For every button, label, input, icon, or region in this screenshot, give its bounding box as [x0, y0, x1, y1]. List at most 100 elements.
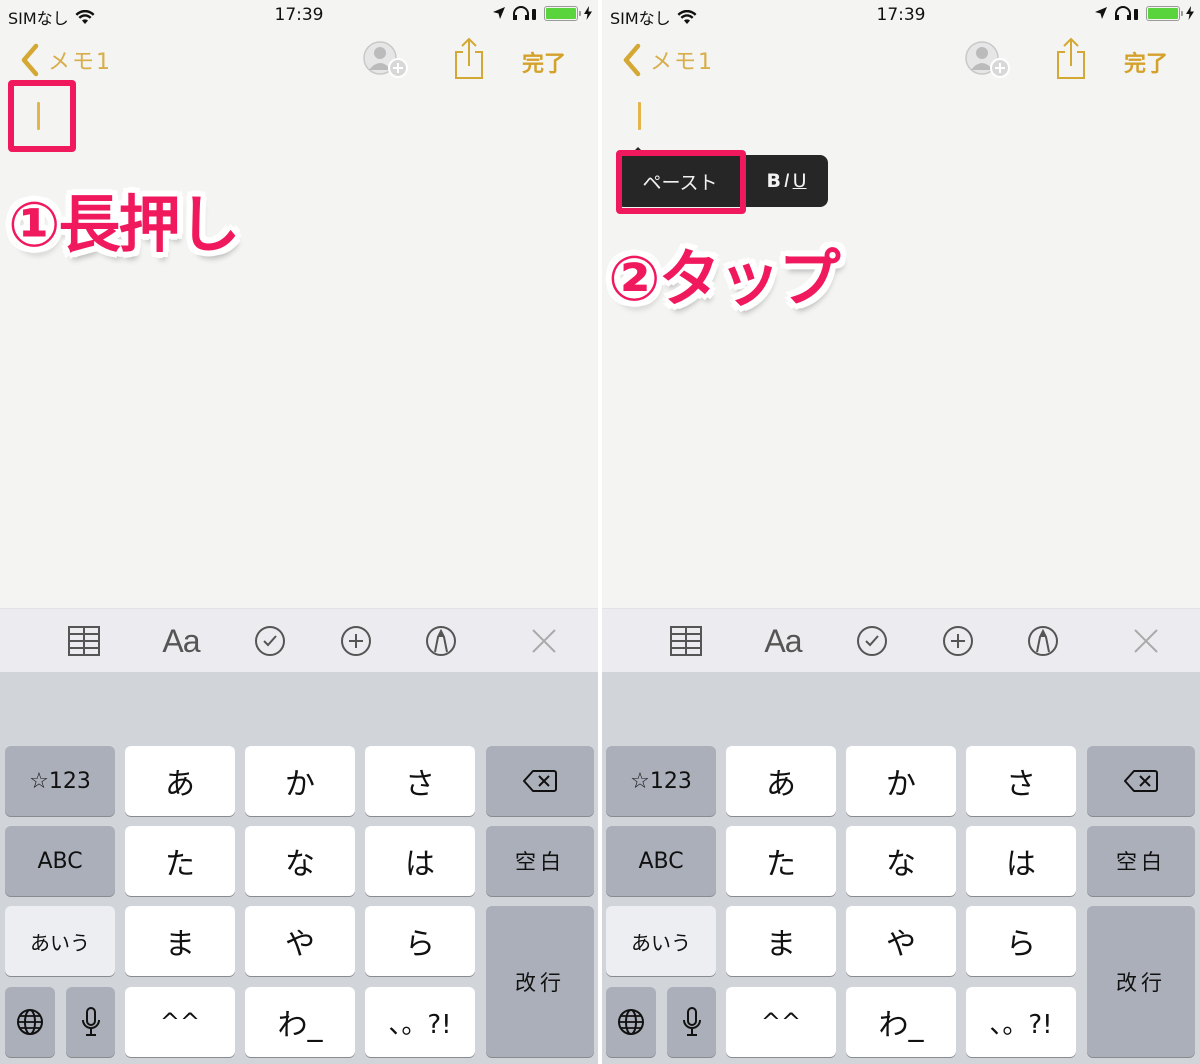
add-button[interactable]: [338, 623, 374, 659]
charging-icon: [584, 6, 592, 20]
backspace-icon: [1124, 770, 1158, 792]
key-ma[interactable]: ま: [125, 906, 235, 976]
nav-bar: メモ1 完了: [0, 36, 598, 86]
markup-button[interactable]: [1025, 623, 1061, 659]
globe-key[interactable]: [5, 987, 55, 1057]
key-punctuation[interactable]: 、。?!: [966, 987, 1076, 1057]
checklist-button[interactable]: [252, 623, 288, 659]
screen-step-1: SIMなし 17:39 メモ1 完了 ①長押し Aa ☆123 あ か さ AB…: [0, 0, 598, 1064]
key-kana-mode[interactable]: あいう: [5, 906, 115, 976]
globe-icon: [17, 1009, 43, 1035]
add-person-icon[interactable]: [362, 40, 412, 80]
key-sa[interactable]: さ: [966, 746, 1076, 816]
delete-key[interactable]: [486, 746, 594, 816]
key-emoticon[interactable]: ^^: [726, 987, 836, 1057]
space-key[interactable]: 空白: [1087, 826, 1195, 896]
keyboard: ☆123 あ か さ ABC た な は 空白 あいう ま や ら 改行 ^^ …: [0, 672, 598, 1064]
table-icon: [68, 626, 100, 656]
mic-key[interactable]: [667, 987, 716, 1057]
format-toolbar: Aa: [602, 608, 1200, 672]
text-format-button[interactable]: Aa: [158, 623, 204, 659]
share-icon[interactable]: [452, 36, 486, 80]
text-caret: [638, 102, 641, 130]
back-button[interactable]: メモ1: [18, 42, 112, 78]
key-na[interactable]: な: [245, 826, 355, 896]
microphone-icon: [682, 1007, 701, 1036]
globe-key[interactable]: [606, 987, 656, 1057]
italic-label: I: [783, 170, 790, 192]
key-wa[interactable]: わ_: [846, 987, 956, 1057]
battery-icon: [1146, 5, 1183, 21]
microphone-icon: [81, 1007, 100, 1036]
keyboard: ☆123 あ か さ ABC た な は 空白 あいう ま や ら 改行 ^^ …: [602, 672, 1200, 1064]
key-sa[interactable]: さ: [365, 746, 475, 816]
key-ta[interactable]: た: [726, 826, 836, 896]
key-ma[interactable]: ま: [726, 906, 836, 976]
done-button[interactable]: 完了: [1124, 46, 1168, 78]
text-format-button[interactable]: Aa: [760, 623, 806, 659]
delete-key[interactable]: [1087, 746, 1195, 816]
key-kana-mode[interactable]: あいう: [606, 906, 716, 976]
key-ya[interactable]: や: [846, 906, 956, 976]
close-toolbar-button[interactable]: [526, 623, 562, 659]
key-numbers[interactable]: ☆123: [606, 746, 716, 816]
share-icon[interactable]: [1054, 36, 1088, 80]
location-icon: [493, 7, 505, 19]
key-ka[interactable]: か: [245, 746, 355, 816]
return-key[interactable]: 改行: [486, 906, 594, 1057]
step-annotation: ②タップ: [608, 242, 840, 315]
markup-button[interactable]: [423, 623, 459, 659]
key-ha[interactable]: は: [966, 826, 1076, 896]
key-a[interactable]: あ: [125, 746, 235, 816]
nav-bar: メモ1 完了: [602, 36, 1200, 86]
markup-icon: [426, 626, 456, 656]
format-toolbar: Aa: [0, 608, 598, 672]
add-icon: [943, 626, 973, 656]
headphones-icon: [1115, 6, 1138, 20]
back-button[interactable]: メモ1: [620, 42, 714, 78]
status-bar: SIMなし 17:39: [0, 0, 598, 30]
key-ha[interactable]: は: [365, 826, 475, 896]
format-biu-menu-item[interactable]: B I U: [745, 155, 828, 207]
return-key[interactable]: 改行: [1087, 906, 1195, 1057]
checklist-button[interactable]: [854, 623, 890, 659]
close-toolbar-button[interactable]: [1128, 623, 1164, 659]
key-numbers[interactable]: ☆123: [5, 746, 115, 816]
bold-label: B: [766, 170, 781, 192]
key-na[interactable]: な: [846, 826, 956, 896]
globe-icon: [618, 1009, 644, 1035]
key-emoticon[interactable]: ^^: [125, 987, 235, 1057]
note-body[interactable]: ①長押し: [0, 80, 598, 608]
key-ra[interactable]: ら: [966, 906, 1076, 976]
screen-step-2: SIMなし 17:39 メモ1 完了 ペースト B I U ②タップ Aa ☆1…: [602, 0, 1200, 1064]
key-ka[interactable]: か: [846, 746, 956, 816]
table-icon: [670, 626, 702, 656]
back-label: メモ1: [650, 50, 714, 75]
key-a[interactable]: あ: [726, 746, 836, 816]
add-button[interactable]: [940, 623, 976, 659]
headphones-icon: [513, 6, 536, 20]
mic-key[interactable]: [66, 987, 115, 1057]
chevron-left-icon: [623, 43, 641, 77]
backspace-icon: [523, 770, 557, 792]
key-ta[interactable]: た: [125, 826, 235, 896]
table-button[interactable]: [668, 623, 704, 659]
step-annotation: ①長押し: [8, 188, 240, 261]
space-key[interactable]: 空白: [486, 826, 594, 896]
close-icon: [1134, 629, 1158, 653]
markup-icon: [1028, 626, 1058, 656]
key-abc[interactable]: ABC: [606, 826, 716, 896]
done-button[interactable]: 完了: [522, 46, 566, 78]
add-person-icon[interactable]: [964, 40, 1014, 80]
highlight-box: [616, 150, 746, 214]
key-abc[interactable]: ABC: [5, 826, 115, 896]
key-ya[interactable]: や: [245, 906, 355, 976]
underline-label: U: [792, 170, 807, 192]
table-button[interactable]: [66, 623, 102, 659]
status-bar: SIMなし 17:39: [602, 0, 1200, 30]
charging-icon: [1186, 6, 1194, 20]
note-body[interactable]: ペースト B I U ②タップ: [602, 88, 1200, 608]
key-wa[interactable]: わ_: [245, 987, 355, 1057]
key-punctuation[interactable]: 、。?!: [365, 987, 475, 1057]
key-ra[interactable]: ら: [365, 906, 475, 976]
